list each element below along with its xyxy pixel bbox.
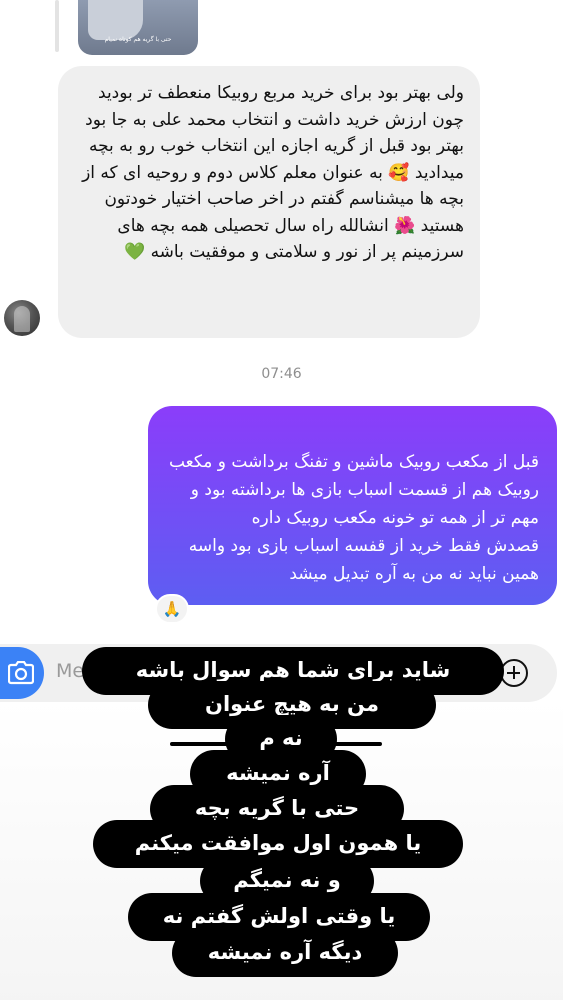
message-timestamp: 07:46 xyxy=(261,366,302,382)
thumbnail-caption: حتی با گریه هم کوتاه نمیام xyxy=(104,36,172,43)
outgoing-message-text: قبل از مکعب روبیک ماشین و تفنگ برداشت و … xyxy=(168,452,539,584)
reply-quote-bar xyxy=(55,0,59,52)
pray-reaction-emoji: 🙏 xyxy=(162,600,182,618)
thumbnail-figure xyxy=(88,0,143,40)
incoming-message-text: ولی بهتر بود برای خرید مربع روبیکا منعطف… xyxy=(82,83,464,262)
incoming-message-bubble[interactable]: ولی بهتر بود برای خرید مربع روبیکا منعطف… xyxy=(58,66,480,338)
composer-input[interactable]: Me xyxy=(56,660,84,682)
sender-avatar[interactable] xyxy=(4,300,40,336)
story-text-line-9: دیگه آره نمیشه xyxy=(172,929,398,977)
reply-image-thumbnail[interactable]: حتی با گریه هم کوتاه نمیام xyxy=(78,0,198,55)
reaction-badge[interactable]: 🙏 xyxy=(155,594,189,624)
camera-icon xyxy=(8,661,34,685)
plus-icon[interactable] xyxy=(500,659,528,687)
outgoing-message-bubble[interactable]: قبل از مکعب روبیک ماشین و تفنگ برداشت و … xyxy=(148,406,557,605)
avatar-figure xyxy=(14,306,30,332)
